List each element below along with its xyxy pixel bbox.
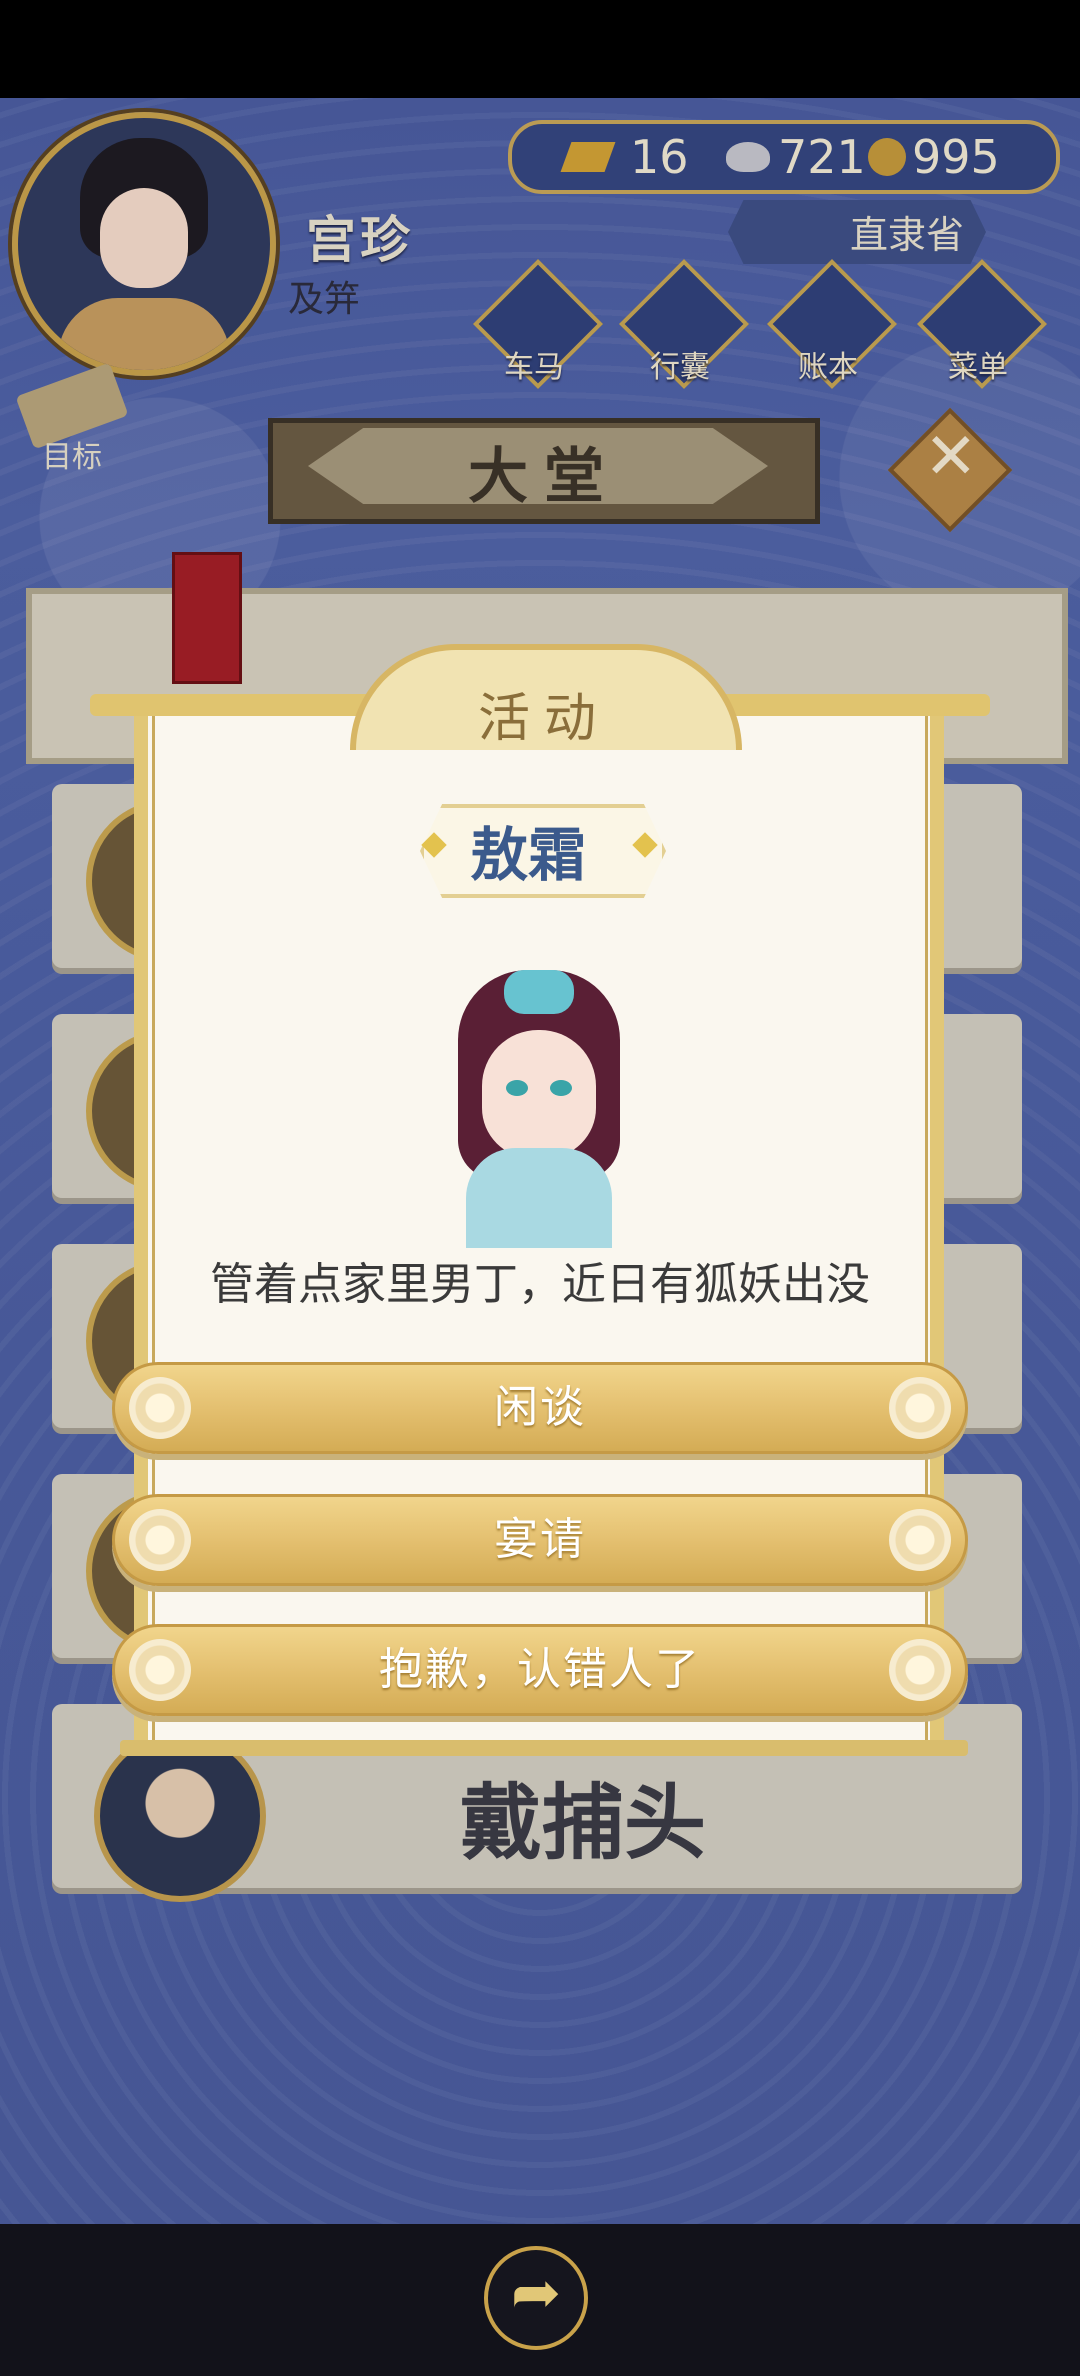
npc-message: 管着点家里男丁，近日有狐妖出没 — [210, 1259, 870, 1310]
status-bar — [0, 0, 1080, 98]
option-banquet-label: 宴请 — [494, 1514, 586, 1565]
option-chat-label: 闲谈 — [494, 1382, 586, 1433]
option-apologize-label: 抱歉，认错人了 — [379, 1644, 701, 1695]
dialog-bottom-rail — [120, 1740, 968, 1756]
share-icon: ➦ — [510, 2258, 562, 2328]
npc-face — [482, 1030, 596, 1158]
option-banquet-button[interactable]: 宴请 — [112, 1494, 968, 1586]
option-chat-button[interactable]: 闲谈 — [112, 1362, 968, 1454]
npc-hair-bow — [504, 970, 574, 1014]
npc-robe — [466, 1148, 612, 1248]
npc-portrait — [448, 970, 630, 1250]
dialog-title: 活动 — [478, 689, 611, 749]
share-button[interactable]: ➦ — [484, 2246, 588, 2350]
npc-eye-left — [506, 1080, 528, 1096]
npc-name: 敖霜 — [470, 821, 587, 889]
option-apologize-button[interactable]: 抱歉，认错人了 — [112, 1624, 968, 1716]
npc-eye-right — [550, 1080, 572, 1096]
